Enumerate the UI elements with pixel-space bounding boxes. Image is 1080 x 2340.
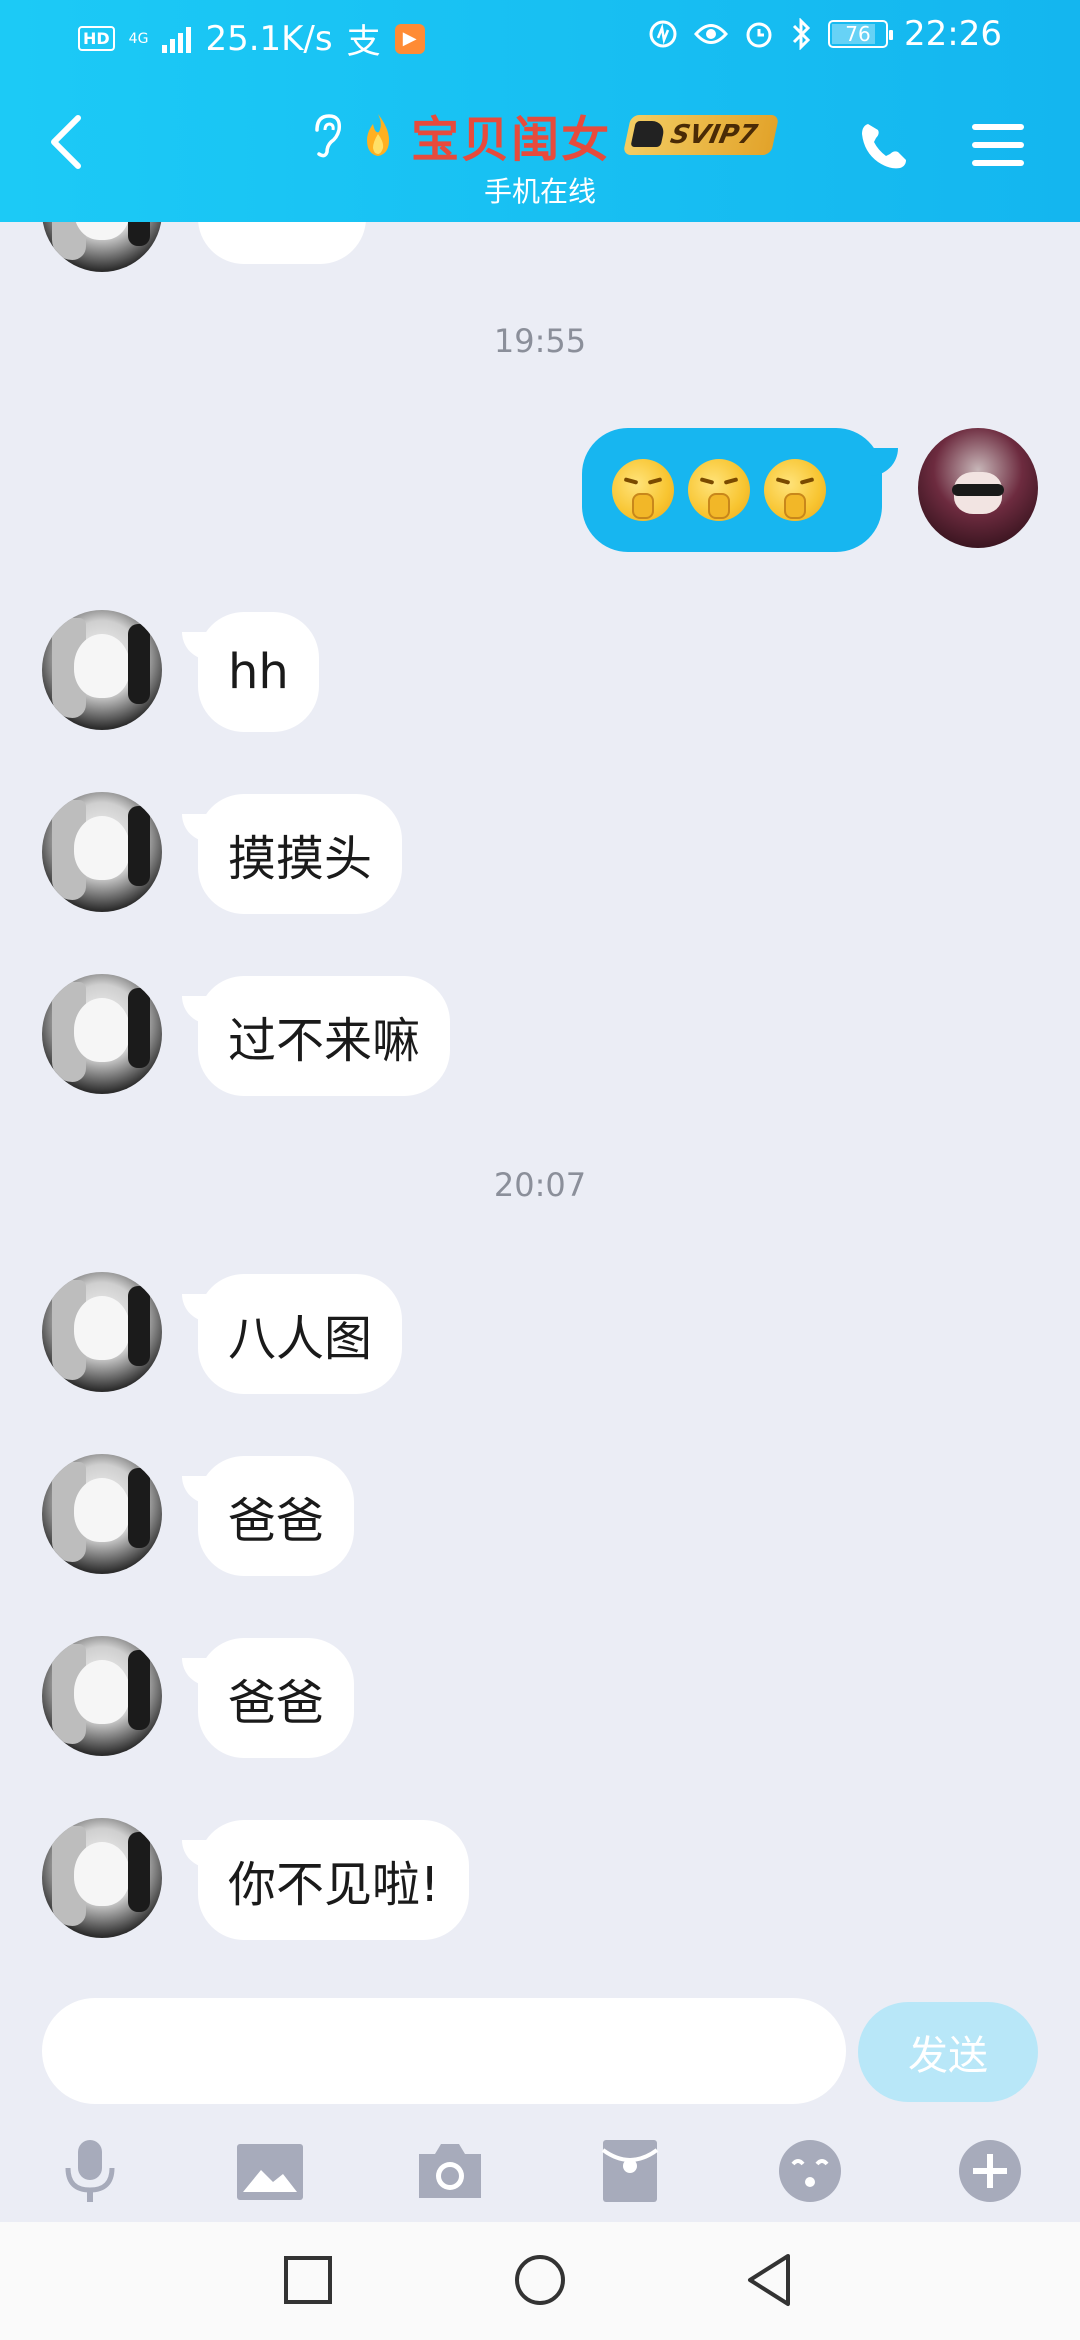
message-text: hh xyxy=(228,644,289,700)
title-row: 宝贝闺女 SVIP7 xyxy=(0,100,1080,170)
message-bubble[interactable]: 爸爸 xyxy=(198,1456,355,1576)
contact-avatar[interactable] xyxy=(42,792,162,912)
menu-icon[interactable] xyxy=(972,120,1024,170)
microphone-icon[interactable] xyxy=(55,2136,125,2206)
message-text: 你不见啦! xyxy=(228,1857,440,1913)
message-text: 八人图 xyxy=(228,1311,373,1367)
message-text: 过不来嘛 xyxy=(228,1013,421,1069)
camera-icon[interactable] xyxy=(415,2136,485,2206)
home-icon[interactable] xyxy=(510,2250,570,2310)
contact-avatar[interactable] xyxy=(42,1818,162,1938)
message-text: 爸爸 xyxy=(228,1493,325,1549)
alarm-icon xyxy=(746,22,772,48)
svip-badge: SVIP7 xyxy=(622,115,780,155)
status-right: 76 22:26 xyxy=(648,14,1002,54)
phone-icon[interactable] xyxy=(856,118,912,174)
message-text: 爸爸 xyxy=(228,1675,325,1731)
online-status: 手机在线 xyxy=(483,175,596,208)
chat-header: HD 4G 25.1K/s 支 ▶ 76 22:26 宝贝闺女 SVIP7 手机… xyxy=(0,0,1080,222)
contact-avatar[interactable] xyxy=(42,610,162,730)
message-text: 摸摸头 xyxy=(228,831,373,887)
send-button[interactable]: 发送 xyxy=(858,2002,1038,2102)
message-bubble[interactable] xyxy=(198,222,366,264)
contact-avatar[interactable] xyxy=(42,1272,162,1392)
chat-title[interactable]: 宝贝闺女 SVIP7 手机在线 xyxy=(0,100,1080,210)
message-list[interactable]: 19:55 hh 摸摸头 过不来嘛 20:07 八人图 爸爸 爸爸 你不见啦! xyxy=(0,222,1080,1982)
timestamp: 20:07 xyxy=(493,1166,587,1204)
facepalm-emoji-icon xyxy=(764,459,826,521)
contact-avatar[interactable] xyxy=(42,222,162,272)
eye-icon xyxy=(694,24,729,44)
recent-apps-icon[interactable] xyxy=(278,2250,338,2310)
status-bar: HD 4G 25.1K/s 支 ▶ 76 22:26 xyxy=(0,0,1080,72)
contact-avatar[interactable] xyxy=(42,974,162,1094)
system-navigation-bar xyxy=(0,2222,1080,2340)
hd-indicator: HD xyxy=(78,26,115,51)
message-input[interactable] xyxy=(42,1998,846,2104)
red-packet-icon[interactable] xyxy=(595,2136,665,2206)
facepalm-emoji-icon xyxy=(688,459,750,521)
message-bubble[interactable]: 你不见啦! xyxy=(198,1820,470,1940)
clock: 22:26 xyxy=(904,14,1002,54)
message-bubble[interactable]: 八人图 xyxy=(198,1274,403,1394)
contact-avatar[interactable] xyxy=(42,1636,162,1756)
alipay-icon: 支 xyxy=(346,22,381,62)
message-bubble[interactable]: 爸爸 xyxy=(198,1638,355,1758)
message-bubble[interactable]: 摸摸头 xyxy=(198,794,403,914)
composer-toolbar xyxy=(0,2122,1080,2218)
contact-name: 宝贝闺女 xyxy=(411,112,612,168)
ear-icon xyxy=(315,114,342,158)
message-bubble[interactable]: 过不来嘛 xyxy=(198,976,451,1096)
nfc-icon xyxy=(649,20,677,48)
signal-icon xyxy=(162,25,192,53)
message-bubble[interactable]: hh xyxy=(198,612,319,732)
image-icon[interactable] xyxy=(235,2136,305,2206)
emoji-icon[interactable] xyxy=(775,2136,845,2206)
facepalm-emoji-icon xyxy=(612,459,674,521)
battery-icon: 76 xyxy=(828,20,894,48)
plus-icon[interactable] xyxy=(955,2136,1025,2206)
back-triangle-icon[interactable] xyxy=(740,2250,800,2310)
timestamp: 19:55 xyxy=(493,322,587,360)
bluetooth-icon xyxy=(792,18,811,50)
contact-avatar[interactable] xyxy=(42,1454,162,1574)
flame-icon xyxy=(367,114,390,156)
svip-crown-icon xyxy=(630,121,667,147)
network-speed: 25.1K/s xyxy=(205,18,333,59)
composer: 发送 xyxy=(0,1982,1080,2222)
status-left: HD 4G 25.1K/s 支 ▶ xyxy=(78,14,425,63)
sent-message-bubble[interactable] xyxy=(582,428,898,552)
network-type: 4G xyxy=(128,30,149,47)
my-avatar[interactable] xyxy=(918,428,1038,548)
video-app-icon: ▶ xyxy=(394,23,425,54)
